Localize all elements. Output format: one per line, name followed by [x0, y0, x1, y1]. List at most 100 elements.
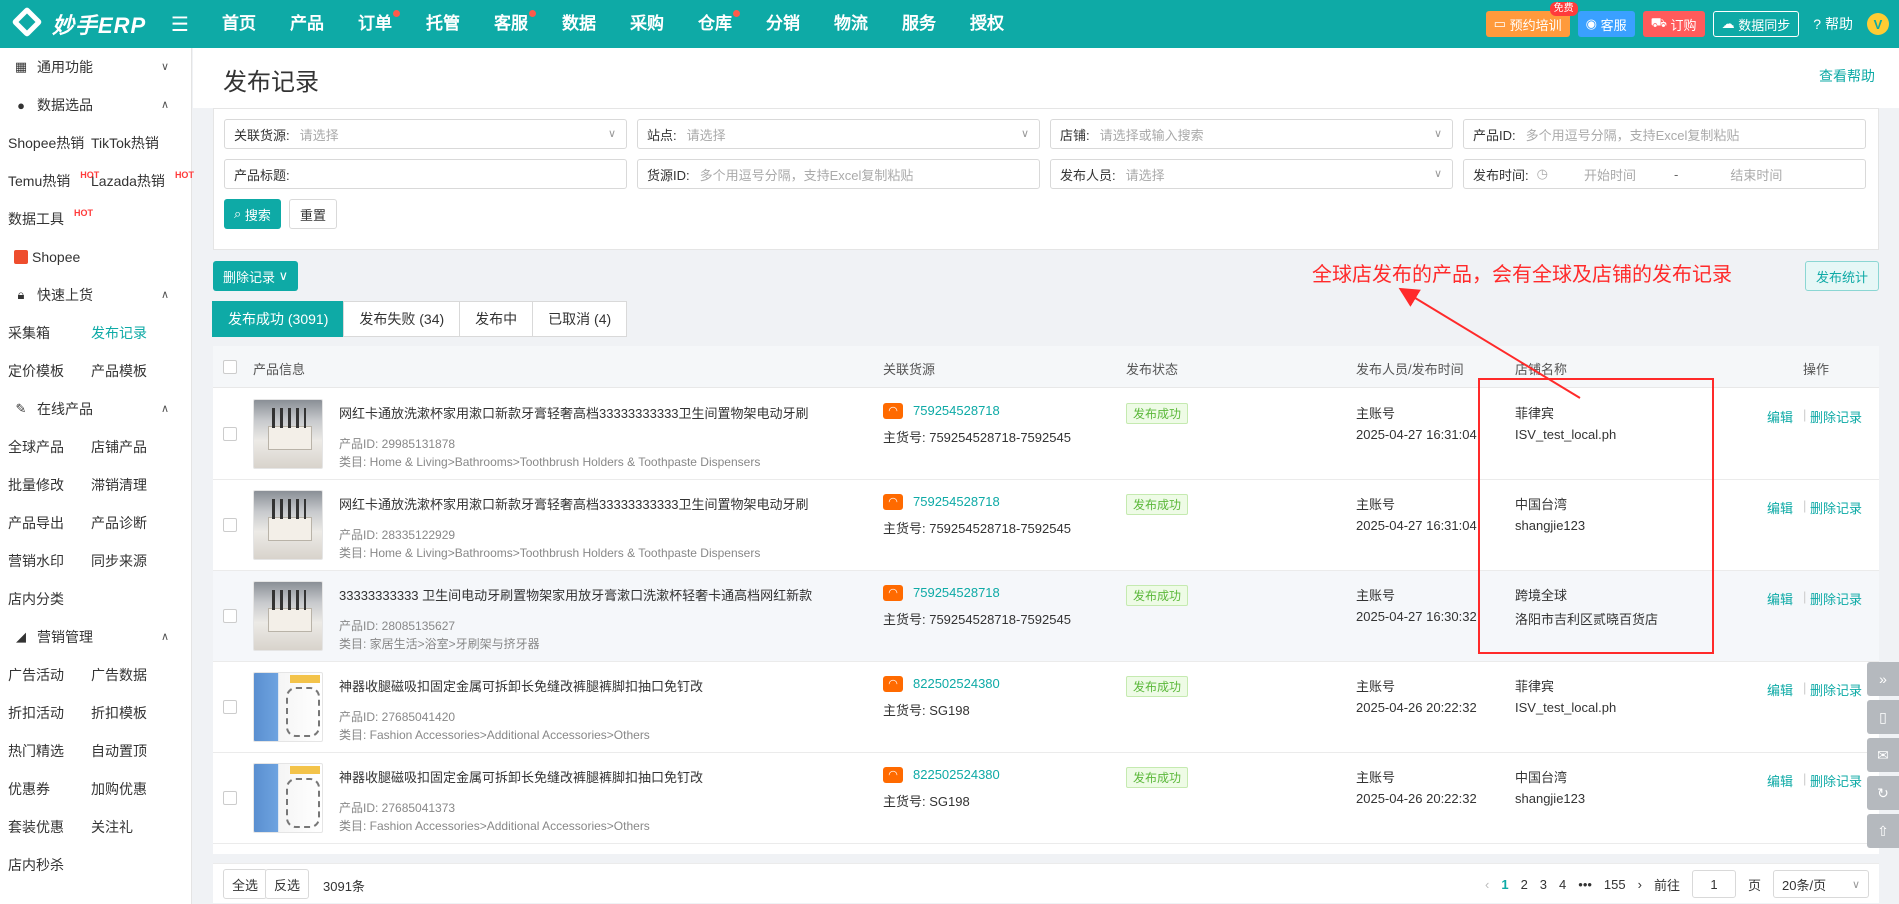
search-button[interactable]: ⌕ 搜索: [224, 199, 281, 229]
tab-cancelled[interactable]: 已取消 (4): [532, 301, 628, 337]
sidebar-item-shopee-hot[interactable]: Shopee热销: [0, 133, 91, 153]
source-select[interactable]: 关联货源: 请选择 ∨: [224, 119, 627, 149]
row-checkbox[interactable]: [223, 791, 237, 805]
sidebar-item-auto-top[interactable]: 自动置顶: [91, 741, 191, 761]
sidebar-item-bundle-deal[interactable]: 套装优惠: [0, 817, 91, 837]
sidebar-item-shopee[interactable]: Shopee: [14, 249, 80, 265]
sidebar-section-general[interactable]: ▦ 通用功能 ∨: [0, 48, 191, 86]
sidebar-item-ad-activity[interactable]: 广告活动: [0, 665, 91, 685]
sidebar-item-batch-edit[interactable]: 批量修改: [0, 475, 91, 495]
end-time-placeholder[interactable]: 结束时间: [1678, 165, 1782, 184]
nav-order[interactable]: 订单: [341, 0, 409, 48]
nav-logistics[interactable]: 物流: [817, 0, 885, 48]
view-help-link[interactable]: 查看帮助: [1819, 66, 1875, 86]
sidebar-item-coupon[interactable]: 优惠券: [0, 779, 91, 799]
refresh-icon[interactable]: ↻: [1867, 776, 1899, 810]
sidebar-item-global-products[interactable]: 全球产品: [0, 437, 91, 457]
sidebar-item-ad-data[interactable]: 广告数据: [91, 665, 191, 685]
row-checkbox[interactable]: [223, 700, 237, 714]
sidebar-item-product-template[interactable]: 产品模板: [91, 361, 191, 381]
edit-button[interactable]: 编辑: [1767, 589, 1793, 608]
sidebar-item-follow-gift[interactable]: 关注礼: [91, 817, 191, 837]
product-thumbnail[interactable]: [253, 672, 323, 742]
page-2[interactable]: 2: [1521, 877, 1528, 892]
sidebar-item-tiktok-hot[interactable]: TikTok热销: [91, 133, 191, 153]
site-select[interactable]: 站点: 请选择 ∨: [637, 119, 1040, 149]
row-checkbox[interactable]: [223, 518, 237, 532]
tab-publishing[interactable]: 发布中: [459, 301, 534, 337]
delete-record-button[interactable]: 删除记录: [1810, 680, 1862, 699]
product-thumbnail[interactable]: [253, 490, 323, 560]
publisher-select[interactable]: 发布人员: 请选择 ∨: [1050, 159, 1453, 189]
nav-data[interactable]: 数据: [545, 0, 613, 48]
prev-page-icon[interactable]: ‹: [1485, 877, 1489, 892]
page-1[interactable]: 1: [1501, 877, 1508, 892]
store-select[interactable]: 店铺: 请选择或输入搜索 ∨: [1050, 119, 1453, 149]
tab-success[interactable]: 发布成功 (3091): [212, 301, 345, 337]
product-title[interactable]: 网红卡通放洗漱杯家用漱口新款牙膏轻奢高档33333333333卫生间置物架电动牙…: [339, 494, 809, 513]
source-id-link[interactable]: 822502524380: [913, 676, 1000, 691]
nav-customer-service[interactable]: 客服: [477, 0, 545, 48]
sidebar-section-marketing[interactable]: ◢ 营销管理 ∧: [0, 618, 191, 656]
source-id-link[interactable]: 759254528718: [913, 403, 1000, 418]
delete-record-button[interactable]: 删除记录: [1810, 498, 1862, 517]
expand-icon[interactable]: »: [1867, 662, 1899, 696]
page-input[interactable]: 1: [1691, 870, 1736, 898]
product-thumbnail[interactable]: [253, 763, 323, 833]
source-id-link[interactable]: 759254528718: [913, 585, 1000, 600]
page-4[interactable]: 4: [1559, 877, 1566, 892]
product-title[interactable]: 神器收腿磁吸扣固定金属可拆卸长免缝改裤腿裤脚扣抽口免钉改: [339, 767, 703, 786]
edit-button[interactable]: 编辑: [1767, 680, 1793, 699]
page-size-select[interactable]: 20条/页 ∨: [1773, 870, 1869, 898]
product-thumbnail[interactable]: [253, 581, 323, 651]
sidebar-item-publish-record[interactable]: 发布记录: [91, 323, 191, 343]
row-checkbox[interactable]: [223, 427, 237, 441]
product-title[interactable]: 神器收腿磁吸扣固定金属可拆卸长免缝改裤腿裤脚扣抽口免钉改: [339, 676, 703, 695]
product-id-input[interactable]: 产品ID: 多个用逗号分隔，支持Excel复制粘贴: [1463, 119, 1866, 149]
sidebar-item-flash-sale[interactable]: 店内秒杀: [0, 855, 91, 875]
nav-distribution[interactable]: 分销: [749, 0, 817, 48]
sidebar-item-store-products[interactable]: 店铺产品: [91, 437, 191, 457]
start-time-placeholder[interactable]: 开始时间: [1548, 165, 1636, 184]
sidebar-item-store-category[interactable]: 店内分类: [0, 589, 91, 609]
edit-button[interactable]: 编辑: [1767, 771, 1793, 790]
source-id-input[interactable]: 货源ID: 多个用逗号分隔，支持Excel复制粘贴: [637, 159, 1040, 189]
source-id-link[interactable]: 759254528718: [913, 494, 1000, 509]
sidebar-section-quick-upload[interactable]: 🔒︎ 快速上货 ∧: [0, 276, 191, 314]
sidebar-item-sync-source[interactable]: 同步来源: [91, 551, 191, 571]
nav-home[interactable]: 首页: [205, 0, 273, 48]
customer-service-button[interactable]: ◉ 客服: [1577, 11, 1635, 37]
edit-button[interactable]: 编辑: [1767, 407, 1793, 426]
feedback-icon[interactable]: ✉: [1867, 738, 1899, 772]
menu-toggle-icon[interactable]: ☰: [165, 12, 195, 37]
order-button[interactable]: ⛟ 订购: [1642, 11, 1705, 37]
source-id-link[interactable]: 822502524380: [913, 767, 1000, 782]
nav-hosting[interactable]: 托管: [409, 0, 477, 48]
nav-auth[interactable]: 授权: [953, 0, 1021, 48]
nav-service[interactable]: 服务: [885, 0, 953, 48]
edit-button[interactable]: 编辑: [1767, 498, 1793, 517]
delete-record-button[interactable]: 删除记录: [1810, 771, 1862, 790]
delete-record-button[interactable]: 删除记录: [1810, 407, 1862, 426]
back-to-top-icon[interactable]: ⇧: [1867, 814, 1899, 848]
training-button[interactable]: ▭ 预约培训 免费: [1485, 2, 1578, 37]
row-checkbox[interactable]: [223, 609, 237, 623]
mobile-icon[interactable]: ▯: [1867, 700, 1899, 734]
logo[interactable]: 妙手ERP: [0, 0, 165, 48]
tab-failed[interactable]: 发布失败 (34): [343, 301, 461, 337]
sidebar-item-slow-clear[interactable]: 滞销清理: [91, 475, 191, 495]
next-page-icon[interactable]: ›: [1638, 877, 1642, 892]
sidebar-section-online-products[interactable]: ✎ 在线产品 ∧: [0, 390, 191, 428]
page-ellipsis[interactable]: •••: [1578, 877, 1592, 892]
help-link[interactable]: ? 帮助: [1813, 14, 1853, 34]
delete-record-button[interactable]: 删除记录: [1810, 589, 1862, 608]
sidebar-item-temu-hot[interactable]: Temu热销 HOT: [0, 170, 99, 191]
select-all-checkbox[interactable]: [223, 360, 237, 374]
nav-product[interactable]: 产品: [273, 0, 341, 48]
sidebar-item-discount-template[interactable]: 折扣模板: [91, 703, 191, 723]
nav-warehouse[interactable]: 仓库: [681, 0, 749, 48]
sidebar-item-data-tool[interactable]: 数据工具 HOT: [0, 208, 93, 229]
sidebar-item-product-diagnosis[interactable]: 产品诊断: [91, 513, 191, 533]
avatar[interactable]: V: [1867, 13, 1889, 35]
data-sync-button[interactable]: ☁ 数据同步: [1712, 11, 1800, 37]
